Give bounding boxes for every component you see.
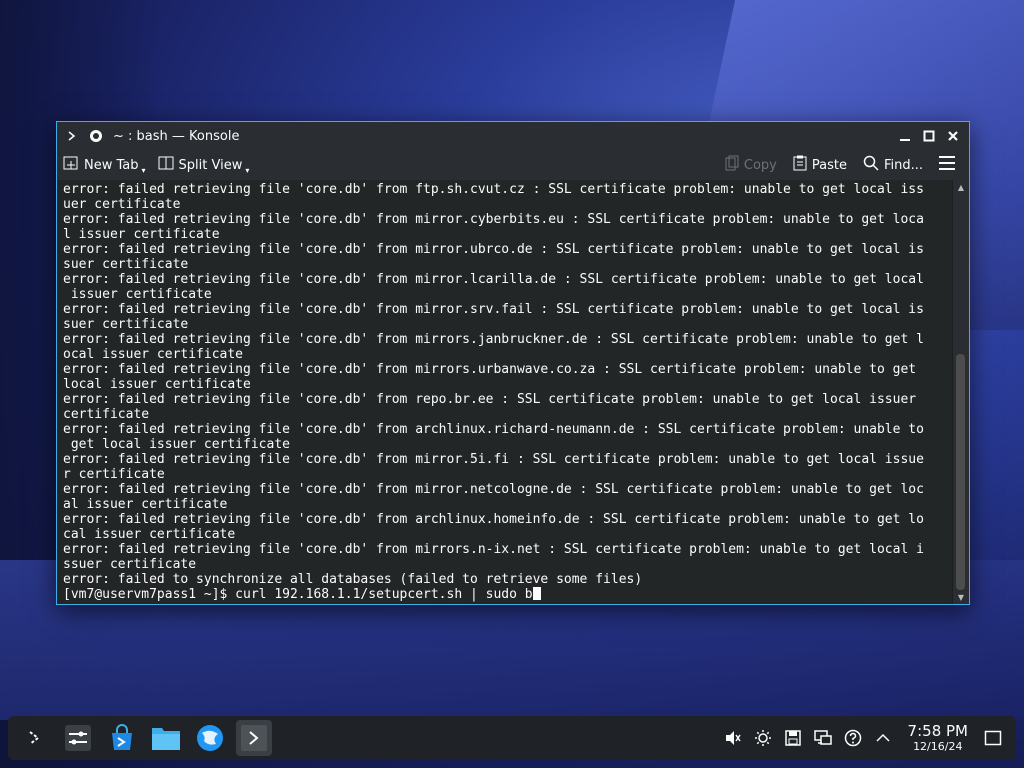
paste-button[interactable]: Paste: [787, 152, 853, 178]
terminal-line: error: failed to synchronize all databas…: [63, 572, 643, 587]
terminal-line: error: failed retrieving file 'core.db' …: [63, 302, 924, 317]
application-launcher-button[interactable]: [16, 720, 52, 756]
window-title: ~ : bash — Konsole: [113, 128, 240, 144]
minimize-button[interactable]: [895, 126, 915, 146]
terminal-line: local issuer certificate: [63, 377, 251, 392]
konsole-taskbar-icon[interactable]: [236, 720, 272, 756]
terminal-line: error: failed retrieving file 'core.db' …: [63, 392, 917, 407]
toolbar: New Tab ▾ Split View ▾ Copy Paste Find..…: [57, 150, 969, 181]
terminal-line: error: failed retrieving file 'core.db' …: [63, 242, 924, 257]
taskbar: 7:58 PM 12/16/24: [8, 716, 1016, 760]
maximize-button[interactable]: [919, 126, 939, 146]
prompt-text: [vm7@uservm7pass1 ~]$ curl 192.168.1.1/s…: [63, 587, 533, 602]
search-icon: [863, 155, 879, 175]
find-button[interactable]: Find...: [857, 152, 929, 178]
copy-label: Copy: [743, 157, 777, 173]
terminal-line: error: failed retrieving file 'core.db' …: [63, 272, 924, 287]
terminal-output[interactable]: error: failed retrieving file 'core.db' …: [57, 180, 951, 604]
paste-icon: [793, 155, 807, 175]
close-button[interactable]: [943, 126, 963, 146]
terminal-line: error: failed retrieving file 'core.db' …: [63, 512, 924, 527]
discover-store-icon[interactable]: [104, 720, 140, 756]
terminal-line: uer certificate: [63, 197, 181, 212]
new-tab-icon: [63, 155, 79, 175]
new-tab-button[interactable]: New Tab ▾: [57, 152, 152, 178]
konsole-window[interactable]: ~ : bash — Konsole New Tab ▾ Split View …: [56, 121, 970, 605]
terminal-line: get local issuer certificate: [63, 437, 290, 452]
text-cursor: [532, 587, 541, 600]
terminal-line: ocal issuer certificate: [63, 347, 244, 362]
terminal-line: suer certificate: [63, 257, 189, 272]
terminal-line: r certificate: [63, 467, 165, 482]
system-tray: 7:58 PM 12/16/24: [722, 716, 1004, 760]
hamburger-menu-icon: [939, 156, 955, 174]
scroll-down-arrow-icon[interactable]: ▼: [953, 590, 969, 604]
volume-muted-icon[interactable]: [722, 727, 744, 749]
scrollbar[interactable]: ▲ ▼: [952, 180, 969, 604]
terminal-line: ssuer certificate: [63, 557, 197, 572]
terminal-line: l issuer certificate: [63, 227, 220, 242]
chevron-up-icon[interactable]: [872, 727, 894, 749]
terminal-line: cal issuer certificate: [63, 527, 236, 542]
terminal-app-icon[interactable]: [63, 127, 81, 145]
scrollbar-thumb[interactable]: [956, 354, 965, 590]
clock-date: 12/16/24: [913, 740, 963, 753]
scroll-up-arrow-icon[interactable]: ▲: [953, 180, 969, 194]
terminal-line: error: failed retrieving file 'core.db' …: [63, 452, 924, 467]
paste-label: Paste: [811, 157, 847, 173]
clock-time: 7:58 PM: [907, 722, 968, 740]
brightness-icon[interactable]: [752, 727, 774, 749]
system-settings-icon[interactable]: [60, 720, 96, 756]
help-icon[interactable]: [842, 727, 864, 749]
terminal-line: al issuer certificate: [63, 497, 228, 512]
find-label: Find...: [883, 157, 923, 173]
save-disk-icon[interactable]: [782, 727, 804, 749]
title-bar[interactable]: ~ : bash — Konsole: [57, 122, 969, 150]
terminal-line: error: failed retrieving file 'core.db' …: [63, 212, 924, 227]
split-view-label: Split View: [178, 157, 243, 173]
terminal-line: issuer certificate: [63, 287, 212, 302]
file-manager-icon[interactable]: [148, 720, 184, 756]
hamburger-menu-button[interactable]: [933, 152, 961, 178]
terminal-line: error: failed retrieving file 'core.db' …: [63, 482, 924, 497]
terminal-line: error: failed retrieving file 'core.db' …: [63, 182, 924, 197]
scrollbar-track[interactable]: [956, 194, 965, 590]
new-tab-label: New Tab: [84, 157, 139, 173]
copy-button[interactable]: Copy: [719, 152, 783, 178]
chevron-down-icon[interactable]: ▾: [142, 166, 146, 175]
split-view-button[interactable]: Split View ▾: [152, 152, 256, 178]
terminal-line: error: failed retrieving file 'core.db' …: [63, 362, 917, 377]
terminal-prompt-line[interactable]: [vm7@uservm7pass1 ~]$ curl 192.168.1.1/s…: [63, 587, 951, 602]
network-wired-icon[interactable]: [812, 727, 834, 749]
split-view-icon: [158, 155, 174, 175]
terminal-line: error: failed retrieving file 'core.db' …: [63, 542, 924, 557]
terminal-line: suer certificate: [63, 317, 189, 332]
web-browser-icon[interactable]: [192, 720, 228, 756]
copy-icon: [725, 155, 739, 175]
terminal-line: error: failed retrieving file 'core.db' …: [63, 332, 924, 347]
show-desktop-icon[interactable]: [982, 727, 1004, 749]
chevron-down-icon[interactable]: ▾: [245, 166, 249, 175]
terminal-line: error: failed retrieving file 'core.db' …: [63, 422, 924, 437]
pin-icon[interactable]: [87, 127, 105, 145]
clock[interactable]: 7:58 PM 12/16/24: [907, 722, 968, 754]
terminal-line: certificate: [63, 407, 150, 422]
